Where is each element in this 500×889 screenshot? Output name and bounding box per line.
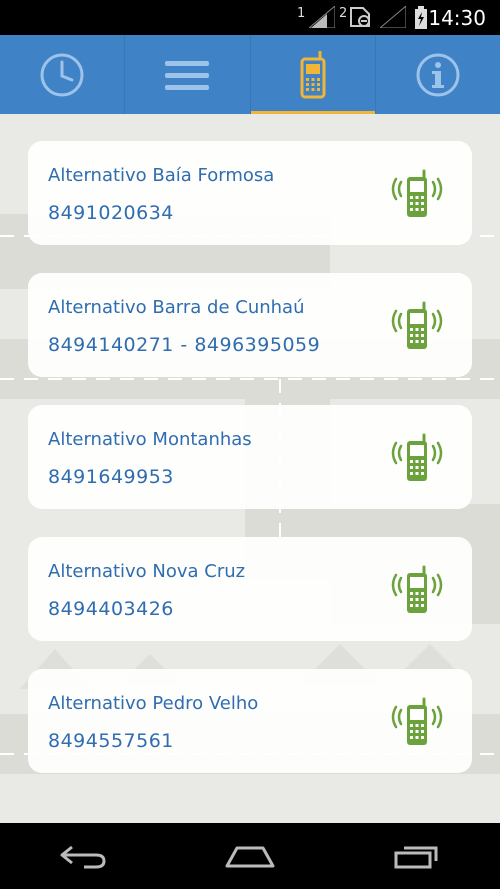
contact-card[interactable]: Alternativo Baía Formosa 8491020634: [28, 141, 472, 245]
back-button[interactable]: [43, 836, 123, 876]
call-phone-icon[interactable]: [388, 565, 446, 615]
clock-icon: [40, 53, 84, 96]
contact-name: Alternativo Baía Formosa: [48, 165, 275, 186]
home-icon: [225, 846, 275, 868]
tab-bar: [0, 35, 500, 114]
tab-phones[interactable]: [250, 35, 376, 114]
contact-phone: 8494140271 - 8496395059: [48, 334, 321, 356]
call-phone-icon[interactable]: [388, 169, 446, 219]
phone-list-screen[interactable]: Alternativo Baía Formosa 8491020634 Alte…: [0, 114, 500, 823]
recent-apps-icon: [394, 846, 438, 869]
contact-card[interactable]: Alternativo Pedro Velho 8494557561: [28, 669, 472, 773]
contact-name: Alternativo Nova Cruz: [48, 561, 246, 582]
info-icon: [416, 53, 460, 96]
recent-apps-button[interactable]: [377, 836, 457, 876]
system-nav-bar: [0, 823, 500, 889]
contact-card[interactable]: Alternativo Nova Cruz 8494403426: [28, 537, 472, 641]
sim1-label: 1: [297, 6, 306, 21]
contact-phone: 8494557561: [48, 730, 174, 752]
status-bar: 1 2 14:30: [0, 0, 500, 35]
call-phone-icon[interactable]: [388, 301, 446, 351]
contact-phone: 8491020634: [48, 202, 174, 224]
mobile-phone-icon: [300, 50, 326, 98]
contact-name: Alternativo Montanhas: [48, 429, 252, 450]
signal-1-icon: [309, 6, 335, 28]
contact-name: Alternativo Pedro Velho: [48, 693, 259, 714]
signal-2-icon: [380, 6, 406, 28]
battery-icon: [415, 6, 427, 29]
tab-info[interactable]: [376, 35, 500, 114]
tab-schedule[interactable]: [0, 35, 126, 114]
tab-menu[interactable]: [125, 35, 251, 114]
sim-card-icon: [350, 7, 370, 27]
contact-card[interactable]: Alternativo Montanhas 8491649953: [28, 405, 472, 509]
clock-time: 14:30: [428, 6, 486, 30]
call-phone-icon[interactable]: [388, 433, 446, 483]
back-icon: [60, 845, 106, 869]
call-phone-icon[interactable]: [388, 697, 446, 747]
menu-icon: [165, 60, 210, 90]
contact-phone: 8494403426: [48, 598, 174, 620]
sim2-label: 2: [339, 6, 348, 21]
home-button[interactable]: [210, 836, 290, 876]
contact-phone: 8491649953: [48, 466, 174, 488]
contact-name: Alternativo Barra de Cunhaú: [48, 297, 305, 318]
contact-card[interactable]: Alternativo Barra de Cunhaú 8494140271 -…: [28, 273, 472, 377]
